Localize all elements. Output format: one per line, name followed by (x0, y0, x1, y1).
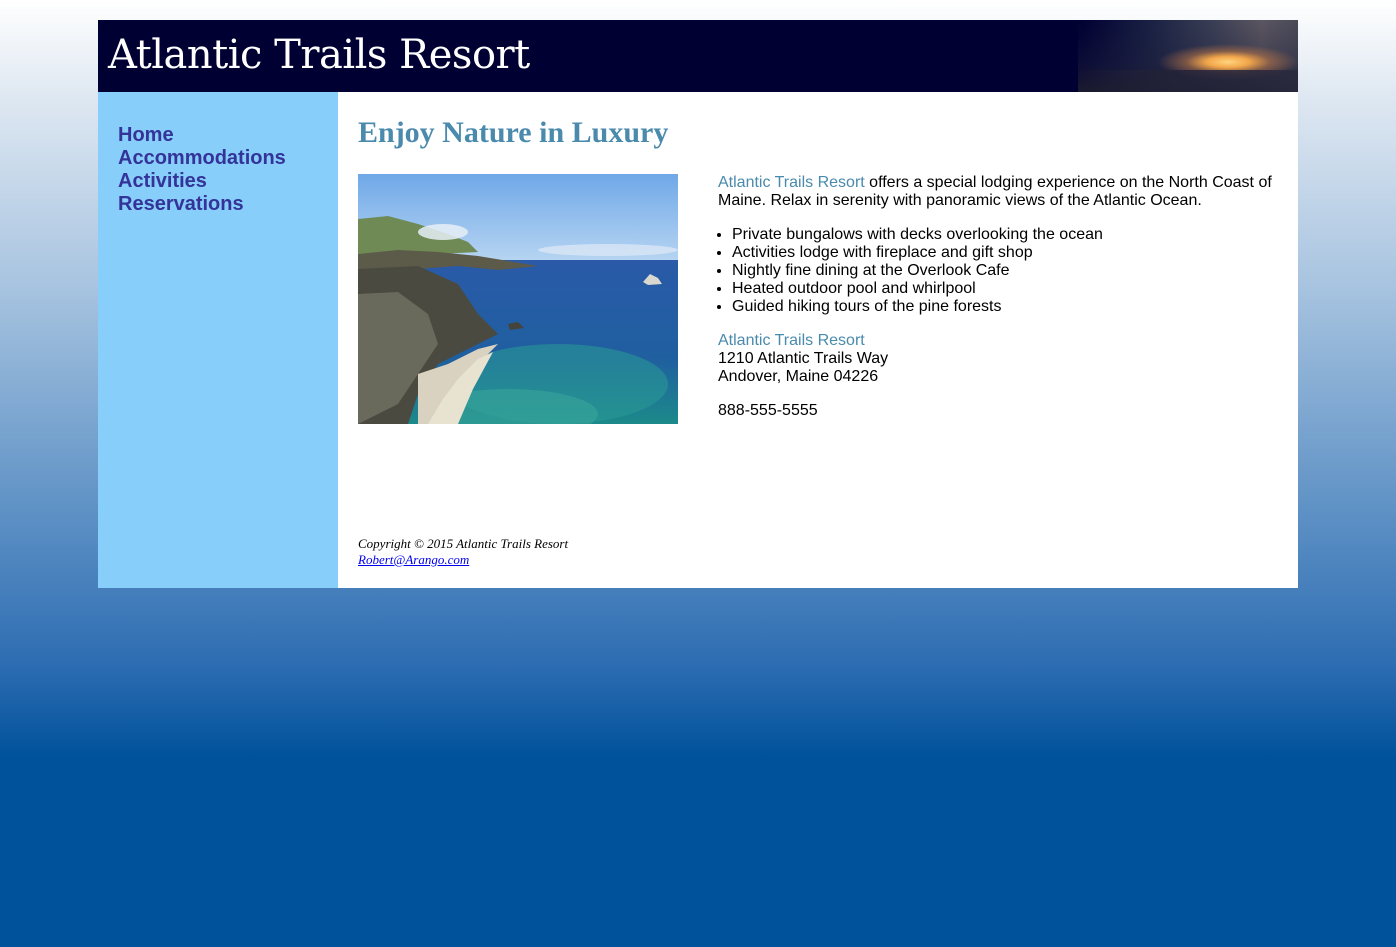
site-header: Atlantic Trails Resort (98, 20, 1298, 92)
site-title: Atlantic Trails Resort (108, 32, 530, 78)
copyright-text: Copyright © 2015 Atlantic Trails Resort (358, 536, 569, 551)
feature-list: Private bungalows with decks overlooking… (718, 226, 1278, 316)
nav-link-reservations[interactable]: Reservations (118, 193, 338, 216)
nav-link-accommodations[interactable]: Accommodations (118, 147, 338, 170)
list-item: Activities lodge with fireplace and gift… (732, 244, 1278, 262)
page-footer: Copyright © 2015 Atlantic Trails Resort … (358, 536, 1278, 568)
page-heading: Enjoy Nature in Luxury (358, 116, 669, 149)
email-link[interactable]: Robert@Arango.com (358, 552, 469, 567)
list-item: Guided hiking tours of the pine forests (732, 298, 1278, 316)
intro-brand: Atlantic Trails Resort (718, 174, 865, 191)
main-content: Enjoy Nature in Luxury Atlantic Trails R… (338, 92, 1298, 588)
page-wrapper: Atlantic Trails Resort Home Accommodatio… (98, 20, 1298, 588)
address-name: Atlantic Trails Resort (718, 332, 865, 349)
sunset-clouds (1078, 70, 1298, 92)
list-item: Nightly fine dining at the Overlook Cafe (732, 262, 1278, 280)
nav-link-activities[interactable]: Activities (118, 170, 338, 193)
sidebar-nav: Home Accommodations Activities Reservati… (98, 92, 338, 588)
coastline-photo (358, 174, 678, 424)
phone-number: 888-555-5555 (718, 402, 818, 419)
list-item: Private bungalows with decks overlooking… (732, 226, 1278, 244)
intro-paragraph: Atlantic Trails Resort offers a special … (718, 174, 1278, 210)
address-city: Andover, Maine 04226 (718, 368, 879, 385)
nav-link-home[interactable]: Home (118, 124, 338, 147)
resort-description: Atlantic Trails Resort offers a special … (718, 174, 1278, 436)
address-block: Atlantic Trails Resort 1210 Atlantic Tra… (718, 332, 1278, 386)
address-street: 1210 Atlantic Trails Way (718, 350, 889, 367)
list-item: Heated outdoor pool and whirlpool (732, 280, 1278, 298)
